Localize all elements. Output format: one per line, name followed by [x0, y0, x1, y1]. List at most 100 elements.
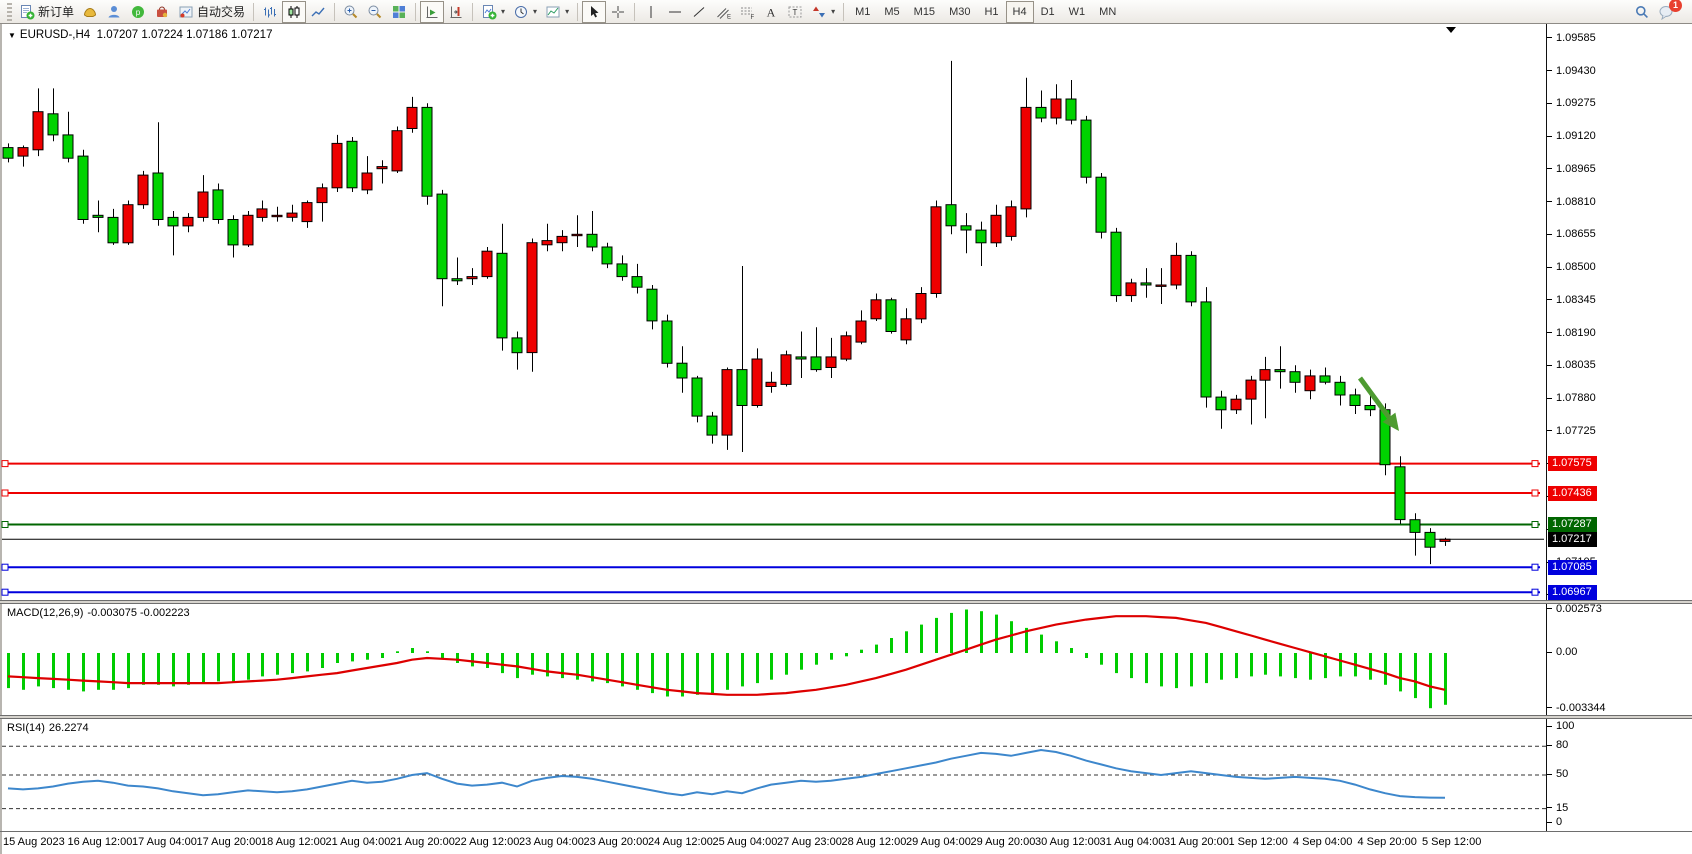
toolbar-grip[interactable] [7, 3, 12, 21]
chart-shift-marker[interactable] [1446, 27, 1456, 33]
candle [961, 226, 971, 230]
pane-splitter[interactable] [0, 715, 1692, 719]
line-handle[interactable] [1532, 589, 1538, 595]
profiles-button[interactable] [78, 1, 102, 23]
chart-shift-button[interactable] [444, 1, 468, 23]
candlestick-button[interactable] [282, 1, 306, 23]
line-handle[interactable] [1532, 461, 1538, 467]
community-button[interactable] [102, 1, 126, 23]
date-axis-label: 5 Sep 12:00 [1422, 836, 1481, 848]
separator [577, 3, 578, 21]
date-axis-label: 15 Aug 2023 [3, 836, 65, 848]
candle [1410, 520, 1420, 533]
time-axis: 15 Aug 202316 Aug 12:0017 Aug 04:0017 Au… [0, 836, 1692, 852]
date-axis-label: 16 Aug 12:00 [68, 836, 133, 848]
macd-name: MACD(12,26,9) [7, 607, 83, 619]
zoom-out-button[interactable] [363, 1, 387, 23]
candle [317, 188, 327, 203]
chart-title[interactable]: ▼EURUSD-,H4 1.07207 1.07224 1.07186 1.07… [8, 29, 272, 41]
search-button[interactable] [1630, 1, 1654, 23]
cursor-button[interactable] [582, 1, 606, 23]
svg-text:E: E [727, 14, 731, 20]
price-chart[interactable] [0, 0, 1692, 854]
separator [634, 3, 635, 21]
axis-tick-label: 1.08190 [1547, 327, 1596, 339]
date-axis-label: 1 Sep 12:00 [1229, 836, 1288, 848]
signals-button[interactable]: p [126, 1, 150, 23]
axis-tick-label: 1.07880 [1547, 392, 1596, 404]
candle [1260, 370, 1270, 381]
equidistant-channel-button[interactable]: E [711, 1, 735, 23]
timeframe-D1[interactable]: D1 [1034, 1, 1062, 23]
templates-button[interactable]: ▾ [541, 1, 573, 23]
date-axis-label: 22 Aug 12:00 [455, 836, 520, 848]
timeframe-M30[interactable]: M30 [942, 1, 977, 23]
candle [332, 143, 342, 187]
separator [334, 3, 335, 21]
autoscroll-button[interactable] [420, 1, 444, 23]
crosshair-button[interactable] [606, 1, 630, 23]
tile-windows-button[interactable] [387, 1, 411, 23]
fibonacci-button[interactable]: F [735, 1, 759, 23]
rsi-indicator-label: RSI(14)26.2274 [7, 722, 93, 734]
bar-chart-button[interactable] [258, 1, 282, 23]
timeframe-MN[interactable]: MN [1092, 1, 1123, 23]
timeframe-W1[interactable]: W1 [1062, 1, 1093, 23]
collapse-triangle-icon[interactable]: ▼ [8, 31, 16, 40]
text-button[interactable]: A [759, 1, 783, 23]
line-handle[interactable] [2, 522, 8, 528]
horizontal-line-button[interactable] [663, 1, 687, 23]
timeframe-M15[interactable]: M15 [907, 1, 942, 23]
price-axis: 1.095851.094301.092751.091201.089651.088… [1546, 24, 1692, 832]
axis-tick-label: 1.09120 [1547, 130, 1596, 142]
candle [228, 220, 238, 245]
text-label-button[interactable]: T [783, 1, 807, 23]
date-axis-border [0, 831, 1692, 832]
price-line-label: 1.07085 [1548, 560, 1597, 575]
fibonacci-icon: F [739, 4, 755, 20]
cursor-icon [586, 4, 602, 20]
axis-tick-label: 0.002573 [1547, 603, 1602, 615]
zoom-in-button[interactable] [339, 1, 363, 23]
candle [33, 112, 43, 150]
indicators-button[interactable]: ▾ [477, 1, 509, 23]
line-handle[interactable] [2, 589, 8, 595]
candle [766, 382, 776, 386]
separator [472, 3, 473, 21]
candle [198, 192, 208, 217]
autotrade-button[interactable]: 自动交易 [174, 1, 249, 23]
line-handle[interactable] [1532, 522, 1538, 528]
candle [243, 215, 253, 245]
zoom-out-icon [367, 4, 383, 20]
candlestick-icon [286, 4, 302, 20]
arrows-button[interactable]: ▾ [807, 1, 839, 23]
candle [1335, 382, 1345, 395]
candle [1036, 107, 1046, 118]
axis-tick-label: -0.003344 [1547, 702, 1606, 714]
timeframe-H4[interactable]: H4 [1006, 1, 1034, 23]
line-handle[interactable] [2, 564, 8, 570]
autotrade-label: 自动交易 [197, 3, 245, 20]
pane-splitter[interactable] [0, 600, 1692, 604]
dropdown-caret-icon: ▾ [533, 7, 537, 16]
profiles-icon [82, 4, 98, 20]
vertical-line-button[interactable] [639, 1, 663, 23]
line-handle[interactable] [1532, 564, 1538, 570]
timeframe-M5[interactable]: M5 [877, 1, 906, 23]
date-axis-label: 4 Sep 04:00 [1293, 836, 1352, 848]
candle [138, 175, 148, 205]
line-handle[interactable] [2, 490, 8, 496]
periods-icon [513, 4, 529, 20]
periods-button[interactable]: ▾ [509, 1, 541, 23]
text-icon: A [763, 4, 779, 20]
date-axis-label: 31 Aug 20:00 [1164, 836, 1229, 848]
timeframe-M1[interactable]: M1 [848, 1, 877, 23]
market-button[interactable] [150, 1, 174, 23]
arrow-annotation-shaft[interactable] [1360, 378, 1394, 424]
timeframe-H1[interactable]: H1 [977, 1, 1005, 23]
line-chart-button[interactable] [306, 1, 330, 23]
line-handle[interactable] [2, 461, 8, 467]
line-handle[interactable] [1532, 490, 1538, 496]
trendline-button[interactable] [687, 1, 711, 23]
new-order-button[interactable]: 新订单 [15, 1, 78, 23]
